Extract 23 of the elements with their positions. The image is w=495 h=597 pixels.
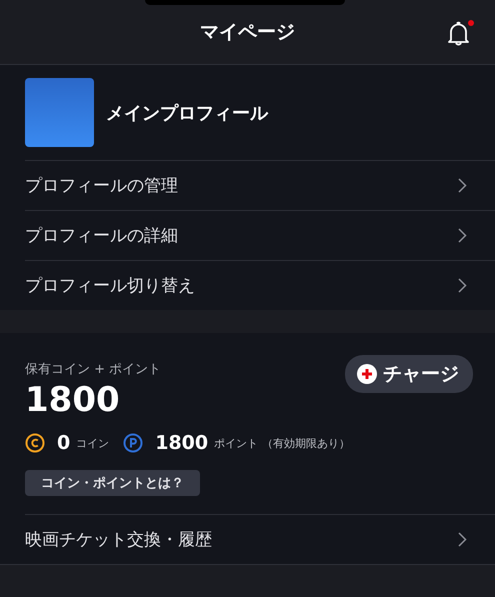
profile-name: メインプロフィール <box>106 102 268 124</box>
page-title: マイページ <box>200 20 295 45</box>
menu-item[interactable]: プロフィールの詳細 <box>25 210 495 260</box>
menu-item[interactable]: プロフィール切り替え <box>25 260 495 310</box>
point-unit: ポイント <box>214 436 258 450</box>
chevron-right-icon <box>458 278 467 293</box>
chevron-right-icon <box>458 228 467 243</box>
point-count: 1800 <box>155 432 208 454</box>
menu-item[interactable]: 映画チケット交換・履歴 <box>25 514 495 564</box>
chevron-right-icon <box>458 178 467 193</box>
balance-label: 保有コイン + ポイント <box>25 361 162 378</box>
plus-icon <box>357 364 377 384</box>
charge-button[interactable]: チャージ <box>345 355 473 393</box>
help-button[interactable]: コイン・ポイントとは？ <box>25 470 200 496</box>
menu-item[interactable]: プロフィールの管理 <box>25 160 495 210</box>
balance-total: 1800 <box>25 380 121 420</box>
coin-count: 0 <box>57 432 70 454</box>
chevron-right-icon <box>458 532 467 547</box>
coin-icon <box>25 433 45 453</box>
point-expiry-note: （有効期限あり） <box>262 436 350 450</box>
bell-icon[interactable] <box>446 20 471 46</box>
coin-unit: コイン <box>76 436 110 450</box>
point-icon <box>123 433 144 453</box>
